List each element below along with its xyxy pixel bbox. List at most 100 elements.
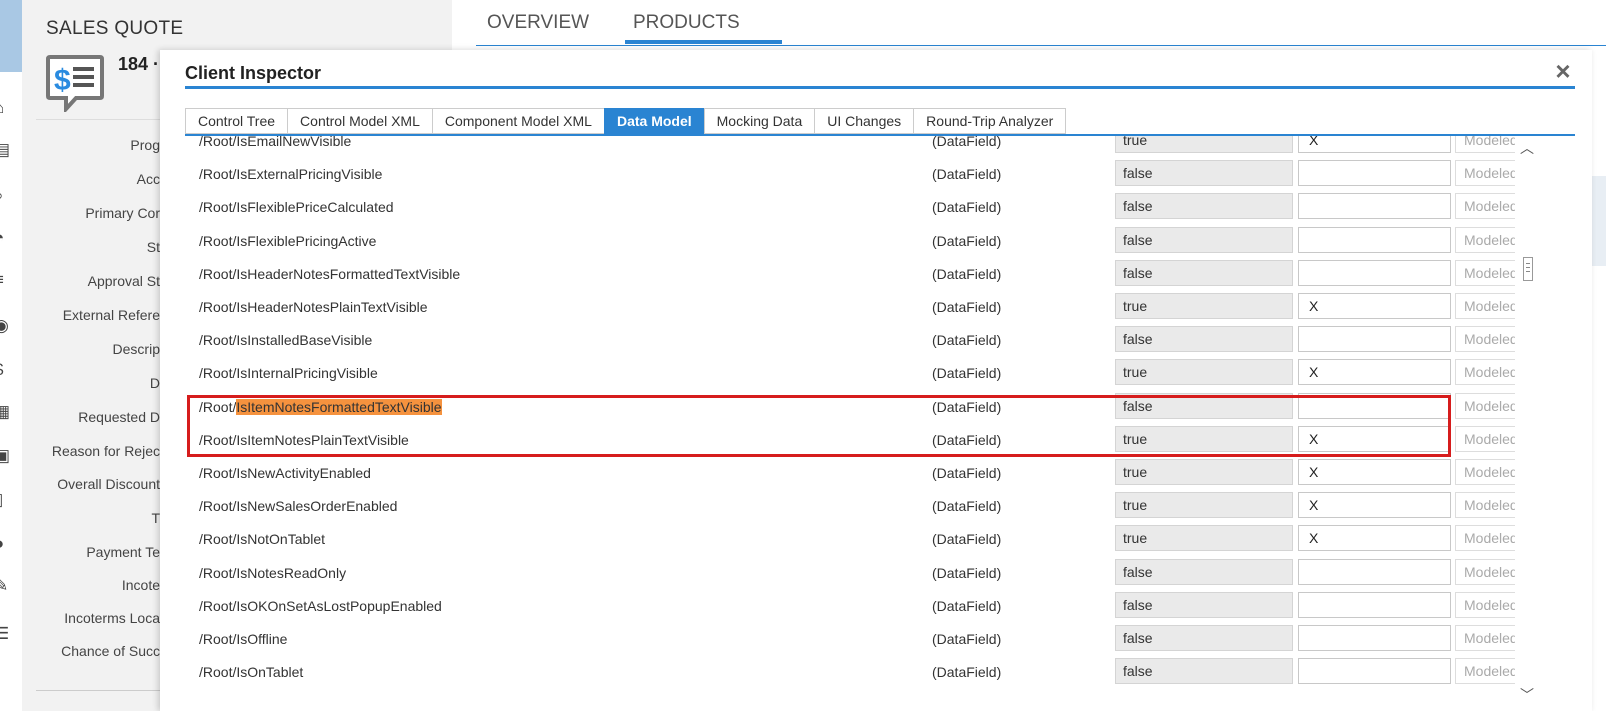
dialog-title: Client Inspector: [185, 63, 322, 83]
modeled-field[interactable]: Modeled: [1455, 326, 1515, 353]
home-icon[interactable]: ⌂: [0, 98, 12, 118]
modeled-field[interactable]: Modeled: [1455, 193, 1515, 220]
tab-products[interactable]: PRODUCTS: [633, 12, 740, 34]
path-name: IsNotOnTablet: [236, 531, 326, 548]
badge-icon[interactable]: ✎: [0, 576, 12, 596]
vertical-scrollbar[interactable]: ︿ ﹀: [1512, 136, 1542, 711]
path-name: IsInternalPricingVisible: [236, 365, 378, 382]
flag-input[interactable]: [1298, 326, 1451, 353]
headset-icon[interactable]: ◑: [0, 534, 12, 554]
field-path: /Root/IsExternalPricingVisible: [199, 166, 382, 182]
path-prefix: /Root/: [199, 136, 237, 149]
modeled-field[interactable]: Modeled: [1455, 293, 1515, 319]
path-prefix: /Root/: [199, 232, 237, 249]
field-type: (DataField): [932, 365, 1002, 382]
tab-control-tree[interactable]: Control Tree: [185, 108, 288, 134]
modeled-field[interactable]: Modeled: [1455, 392, 1515, 419]
tab-ui-changes[interactable]: UI Changes: [814, 108, 914, 134]
flag-input[interactable]: X: [1298, 359, 1451, 386]
notes-icon[interactable]: ☰: [0, 624, 12, 644]
path-name: IsHeaderNotesPlainTextVisible: [236, 299, 428, 315]
flag-input[interactable]: X: [1298, 525, 1451, 552]
field-type: (DataField): [932, 265, 1002, 282]
flag-input[interactable]: X: [1298, 459, 1451, 485]
flag-input[interactable]: [1298, 558, 1451, 585]
flag-input[interactable]: X: [1298, 136, 1451, 153]
flag-input[interactable]: [1298, 625, 1451, 651]
modeled-field[interactable]: Modeled: [1455, 525, 1515, 552]
tab-overview[interactable]: OVERVIEW: [487, 12, 589, 34]
client-inspector-dialog: Client Inspector × Control Tree Control M…: [160, 50, 1592, 711]
modeled-field[interactable]: Modeled: [1455, 425, 1515, 452]
modeled-field[interactable]: Modeled: [1455, 259, 1515, 286]
clock-icon[interactable]: ◔: [0, 228, 12, 248]
flag-input[interactable]: [1298, 259, 1451, 286]
table-row: /Root/IsInstalledBaseVisible (DataField) f…: [185, 323, 1515, 357]
table-row: /Root/IsHeaderNotesPlainTextVisible (Data…: [185, 290, 1515, 324]
field-type: (DataField): [932, 136, 1002, 149]
value-field: false: [1115, 625, 1293, 651]
modeled-field[interactable]: Modeled: [1455, 226, 1515, 253]
tab-component-model-xml[interactable]: Component Model XML: [431, 108, 604, 134]
tab-round-trip-analyzer[interactable]: Round-Trip Analyzer: [913, 108, 1067, 134]
clipboard-icon[interactable]: ▤: [0, 140, 12, 160]
field-path: /Root/IsHeaderNotesPlainTextVisible: [199, 299, 428, 315]
flag-input[interactable]: [1298, 658, 1451, 685]
modeled-field[interactable]: Modeled: [1455, 459, 1515, 485]
value-field: false: [1115, 193, 1293, 220]
path-prefix: /Root/: [199, 531, 237, 548]
modeled-field[interactable]: Modeled: [1455, 492, 1515, 519]
svg-text:$: $: [54, 64, 71, 97]
flag-input[interactable]: [1298, 193, 1451, 220]
field-path: /Root/IsHeaderNotesFormattedTextVisible: [199, 266, 460, 282]
scroll-thumb[interactable]: [1523, 257, 1533, 281]
table-row: /Root/IsExternalPricingVisible (DataField…: [185, 157, 1515, 191]
calendar-icon[interactable]: ▣: [0, 446, 12, 466]
path-name: IsEmailNewVisible: [236, 136, 352, 149]
path-name: IsNewSalesOrderEnabled: [236, 498, 398, 515]
modeled-field[interactable]: Modeled: [1455, 558, 1515, 585]
tablet-icon[interactable]: ▯: [0, 490, 12, 510]
chevron-up-icon[interactable]: ︿: [1520, 138, 1534, 158]
background-bar: [1592, 176, 1606, 266]
modeled-field[interactable]: Modeled: [1455, 658, 1515, 685]
flag-input[interactable]: [1298, 226, 1451, 253]
modeled-field[interactable]: Modeled: [1455, 160, 1515, 187]
field-path: /Root/IsOKOnSetAsLostPopupEnabled: [199, 598, 442, 614]
value-field: false: [1115, 326, 1293, 353]
path-prefix: /Root/: [199, 498, 237, 515]
modeled-field[interactable]: Modeled: [1455, 359, 1515, 386]
list-icon[interactable]: ≡: [0, 270, 12, 290]
flag-input[interactable]: [1298, 160, 1451, 187]
flag-input[interactable]: X: [1298, 293, 1451, 319]
modeled-field[interactable]: Modeled: [1455, 136, 1515, 153]
dollar-icon[interactable]: $: [0, 360, 12, 380]
target-icon[interactable]: ◉: [0, 316, 12, 336]
modeled-field[interactable]: Modeled: [1455, 591, 1515, 618]
flag-input[interactable]: [1298, 591, 1451, 618]
path-prefix: /Root/: [199, 597, 237, 614]
chevron-down-icon[interactable]: ﹀: [1520, 685, 1534, 705]
field-type: (DataField): [932, 498, 1002, 515]
flag-input[interactable]: X: [1298, 492, 1451, 519]
search-icon[interactable]: ⌕: [0, 186, 12, 206]
table-row: /Root/IsNotesReadOnly (DataField) false Mod…: [185, 556, 1515, 590]
field-path: /Root/IsInternalPricingVisible: [199, 365, 378, 381]
rail-top-band: [0, 0, 22, 72]
document-icon[interactable]: ▦: [0, 402, 12, 422]
field-label: Descrip: [112, 341, 160, 357]
path-prefix: /Root/: [199, 631, 237, 647]
field-path: /Root/IsNotesReadOnly: [199, 565, 346, 581]
path-name: IsFlexiblePricingActive: [236, 232, 377, 249]
path-prefix: /Root/: [199, 564, 237, 581]
tab-mocking-data[interactable]: Mocking Data: [703, 108, 815, 134]
path-name: IsFlexiblePriceCalculated: [236, 199, 394, 216]
tab-control-model-xml[interactable]: Control Model XML: [287, 108, 432, 134]
field-type: (DataField): [932, 631, 1002, 647]
value-field: true: [1115, 525, 1293, 552]
close-icon[interactable]: ×: [1548, 56, 1578, 86]
field-label: Overall Discount: [57, 476, 160, 492]
field-path: /Root/IsFlexiblePricingActive: [199, 233, 376, 249]
tab-data-model[interactable]: Data Model: [603, 108, 704, 134]
modeled-field[interactable]: Modeled: [1455, 625, 1515, 651]
